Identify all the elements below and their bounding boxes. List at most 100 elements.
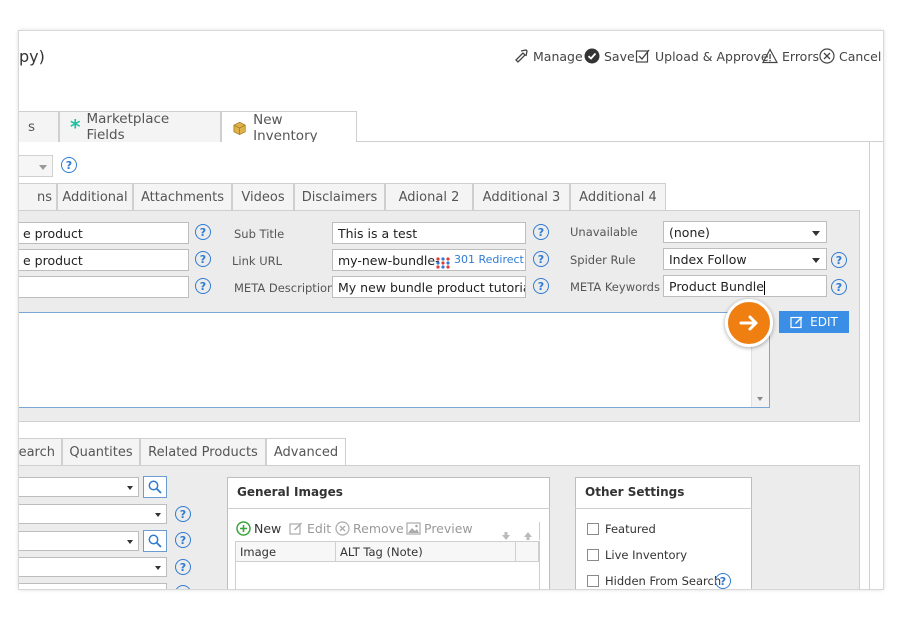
meta-keywords-label: META Keywords	[570, 280, 660, 294]
help-icon[interactable]: ?	[831, 252, 847, 268]
tab-quantites[interactable]: Quantites	[62, 438, 140, 465]
image-column-header[interactable]: Image	[236, 542, 336, 562]
tab-additional[interactable]: Additional	[57, 183, 133, 210]
checkbox-check-icon	[635, 49, 650, 63]
arrow-right-icon	[725, 299, 773, 347]
tab-partial-ns[interactable]: ns	[19, 183, 57, 210]
sub-title-field[interactable]: This is a test	[332, 222, 526, 244]
manage-label: Manage	[533, 48, 583, 64]
tab-label: Attachments	[141, 189, 224, 205]
edit-image-button[interactable]: Edit	[289, 521, 331, 536]
help-icon[interactable]: ?	[715, 573, 731, 589]
remove-image-button[interactable]: Remove	[335, 521, 404, 536]
tab-label: Quantites	[69, 444, 133, 460]
title-field[interactable]: e product	[19, 249, 189, 271]
empty-field[interactable]	[19, 276, 189, 298]
divider	[227, 508, 550, 509]
meta-keywords-field[interactable]: Product Bundle	[663, 275, 827, 297]
meta-description-field[interactable]: My new bundle product tutorial	[332, 276, 526, 298]
manage-button[interactable]: Manage	[513, 48, 583, 64]
edit-label: EDIT	[810, 315, 838, 329]
alt-tag-column-header[interactable]: ALT Tag (Note)	[336, 542, 516, 562]
featured-checkbox[interactable]	[587, 523, 599, 535]
live-inventory-checkbox[interactable]	[587, 549, 599, 561]
help-icon[interactable]: ?	[175, 559, 191, 575]
help-icon[interactable]: ?	[831, 279, 847, 295]
tab-additional-3[interactable]: Additional 3	[473, 183, 570, 210]
tab-label: Disclaimers	[301, 189, 378, 205]
errors-label: Errors	[782, 48, 819, 64]
edit-pencil-icon	[790, 316, 803, 329]
help-icon[interactable]: ?	[175, 532, 191, 548]
tab-label: Additional	[62, 189, 128, 205]
tab-label: Videos	[241, 189, 285, 205]
edit-pencil-icon	[289, 522, 302, 535]
tab-label: ns	[36, 189, 52, 205]
remove-label: Remove	[353, 521, 404, 536]
help-icon[interactable]: ?	[195, 251, 211, 267]
tab-label: earch	[18, 444, 55, 460]
link-url-label: Link URL	[232, 254, 283, 268]
plus-circle-icon	[236, 521, 251, 536]
asterisk-icon: *	[70, 115, 81, 139]
divider	[575, 508, 752, 509]
name-field[interactable]: e product	[19, 222, 189, 244]
help-icon[interactable]: ?	[195, 278, 211, 294]
select-5[interactable]	[19, 583, 167, 589]
tab-partial[interactable]: s	[19, 111, 59, 142]
tab-disclaimers[interactable]: Disclaimers	[294, 183, 385, 210]
select-3[interactable]	[19, 531, 139, 551]
spider-rule-select[interactable]: Index Follow	[663, 248, 827, 270]
box-icon	[233, 121, 246, 135]
app-window: py) Manage Save Upload & Approve Errors …	[18, 30, 884, 590]
preview-image-button[interactable]: Preview	[406, 521, 473, 536]
tab-new-inventory-label: New Inventory	[253, 111, 318, 144]
hidden-from-search-checkbox[interactable]	[587, 575, 599, 587]
tab-attachments[interactable]: Attachments	[133, 183, 232, 210]
text-cursor	[763, 280, 765, 295]
tab-new-inventory[interactable]: New Inventory	[221, 111, 357, 144]
help-icon[interactable]: ?	[533, 278, 549, 294]
live-inventory-label: Live Inventory	[605, 548, 688, 562]
meta-description-label: META Description	[234, 281, 335, 295]
new-image-button[interactable]: New	[236, 521, 281, 536]
help-icon[interactable]: ?	[533, 251, 549, 267]
tab-search[interactable]: earch	[18, 438, 62, 465]
tab-marketplace-fields[interactable]: * Marketplace Fields	[59, 111, 221, 143]
scroll-down-arrow-icon[interactable]	[757, 397, 763, 401]
tab-advanced[interactable]: Advanced	[266, 438, 346, 465]
tab-videos[interactable]: Videos	[232, 183, 294, 210]
column-header-blank	[516, 542, 539, 562]
dots-icon	[436, 254, 452, 269]
warning-triangle-icon	[762, 48, 778, 64]
redirect-link[interactable]: 301 Redirect	[454, 253, 524, 266]
meta-keywords-value: Product Bundle	[669, 279, 764, 294]
manage-icon	[515, 49, 528, 63]
help-icon[interactable]: ?	[195, 224, 211, 240]
select-2[interactable]	[19, 504, 167, 524]
tab-related-products[interactable]: Related Products	[140, 438, 266, 465]
description-editor[interactable]	[19, 312, 770, 408]
select-1[interactable]	[19, 477, 139, 497]
help-icon[interactable]: ?	[533, 224, 549, 240]
search-icon[interactable]	[143, 476, 167, 498]
edit-button[interactable]: EDIT	[779, 311, 849, 333]
check-circle-icon	[584, 48, 600, 64]
errors-button[interactable]: Errors	[762, 48, 819, 64]
tab-label: Additional 4	[579, 189, 657, 205]
help-icon[interactable]: ?	[61, 157, 77, 173]
tab-additional-4[interactable]: Additional 4	[570, 183, 666, 210]
save-button[interactable]: Save	[584, 48, 635, 64]
cancel-button[interactable]: Cancel	[819, 48, 881, 64]
select-4[interactable]	[19, 557, 167, 577]
tab-label: Additional 3	[482, 189, 561, 205]
unavailable-select[interactable]: (none)	[663, 221, 827, 243]
tab-label: Related Products	[148, 444, 258, 460]
partial-select[interactable]	[19, 155, 53, 177]
help-icon[interactable]: ?	[175, 506, 191, 522]
tab-adional-2[interactable]: Adional 2	[385, 183, 473, 210]
upload-approve-button[interactable]: Upload & Approve	[635, 48, 769, 64]
tab-marketplace-fields-label: Marketplace Fields	[86, 111, 170, 143]
search-icon[interactable]	[143, 530, 167, 552]
cancel-label: Cancel	[839, 48, 882, 64]
